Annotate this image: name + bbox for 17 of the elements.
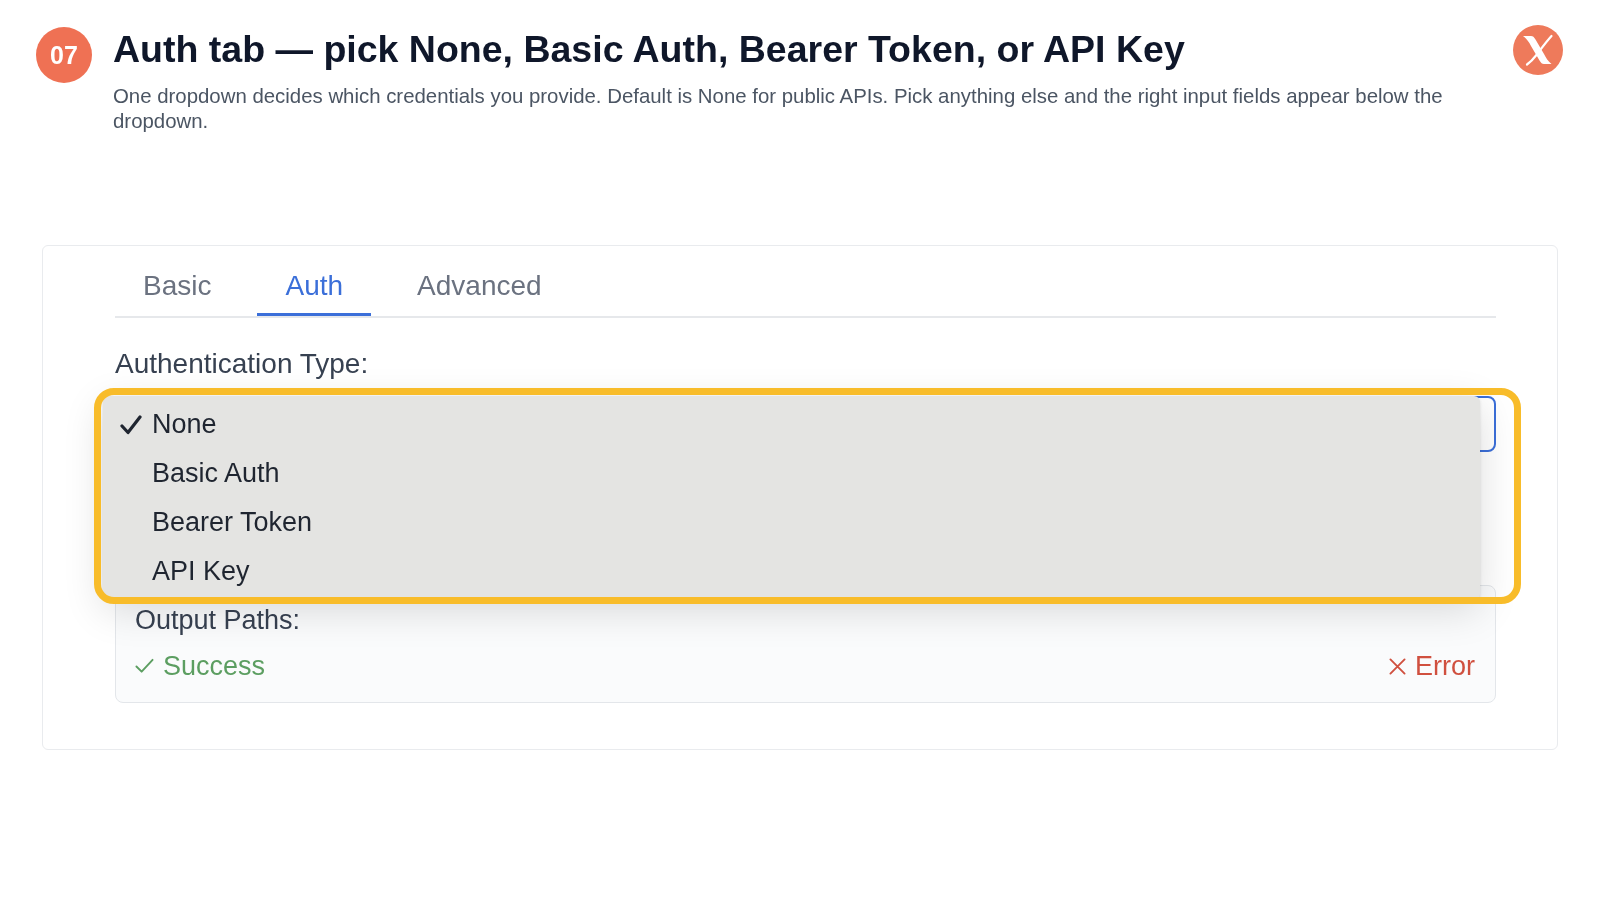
step-number: 07 <box>36 27 92 83</box>
output-paths-label: Output Paths: <box>135 605 302 635</box>
logo-icon <box>1513 25 1563 75</box>
tab[interactable]: Advanced <box>389 259 570 316</box>
cross-icon <box>1389 657 1406 675</box>
field-label: Authentication Type: <box>115 347 370 381</box>
error-label: Error <box>1415 651 1475 681</box>
dropdown-option[interactable]: Basic Auth <box>103 449 1480 498</box>
tab[interactable]: Basic <box>115 259 240 316</box>
dropdown-option[interactable]: Bearer Token <box>103 498 1480 547</box>
slide-title: Auth tab — pick None, Basic Auth, Bearer Token, or API Key <box>113 27 1186 71</box>
success-label: Success <box>163 651 266 681</box>
slide-description: One dropdown decides which credentials you provide. Default is None for public APIs. Pick anything else and the right input fields appear below the dropdown. <box>113 84 1444 134</box>
dropdown-option[interactable]: API Key <box>103 547 1480 596</box>
dropdown-option[interactable]: None <box>103 400 1480 449</box>
check-icon <box>135 658 154 674</box>
tab[interactable]: Auth <box>257 259 372 316</box>
